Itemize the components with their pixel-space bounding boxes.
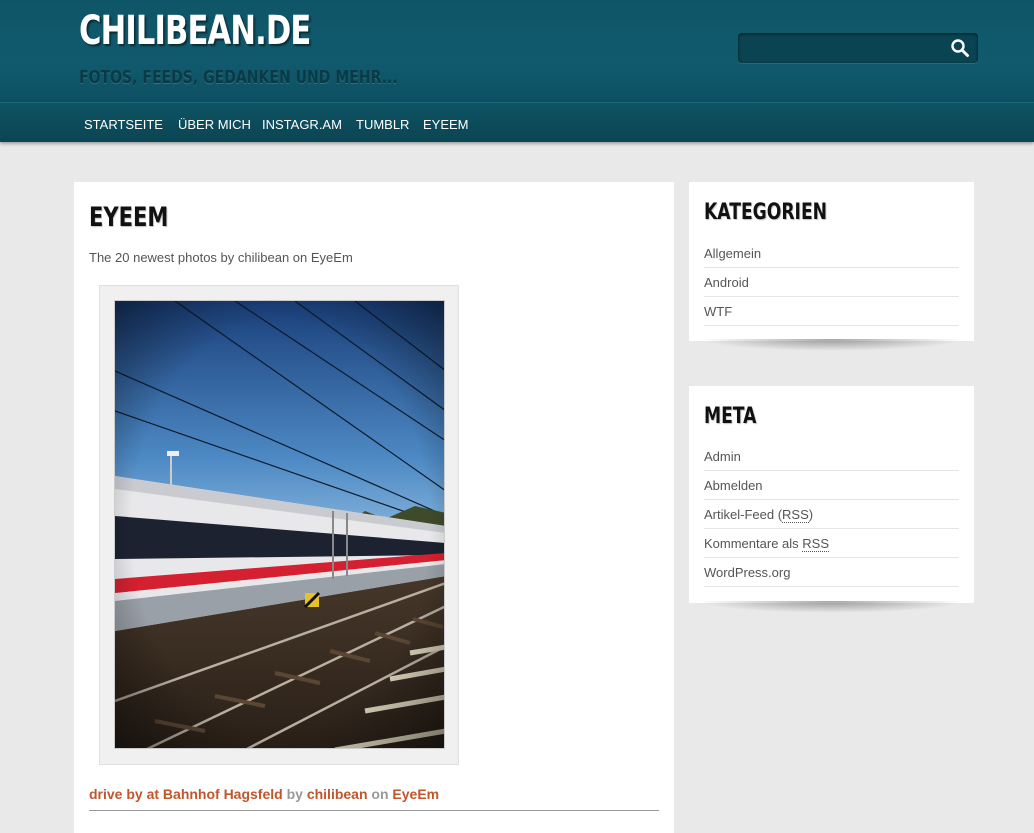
meta-list: Admin Abmelden Artikel-Feed (RSS) Kommen… <box>704 442 959 587</box>
content-divider <box>89 810 659 811</box>
search-box <box>738 33 978 63</box>
widget-shadow <box>699 339 964 351</box>
kommentare-feed-prefix: Kommentare als <box>704 536 803 551</box>
site-title[interactable]: CHILIBEAN.DE <box>79 8 311 54</box>
nav-item-eyeem[interactable]: EYEEM <box>423 117 469 132</box>
nav-item-instagram[interactable]: INSTAGR.AM <box>262 117 342 132</box>
category-item-allgemein[interactable]: Allgemein <box>704 239 959 268</box>
train-photo[interactable] <box>114 300 445 749</box>
category-item-android[interactable]: Android <box>704 268 959 297</box>
artikel-feed-suffix: ) <box>808 507 814 522</box>
search-icon[interactable] <box>950 38 970 58</box>
main-content: EYEEM The 20 newest photos by chilibean … <box>74 182 674 833</box>
artikel-feed-prefix: Artikel-Feed ( <box>704 507 783 522</box>
nav-item-ueber-mich[interactable]: ÜBER MICH <box>178 117 251 132</box>
meta-item-abmelden[interactable]: Abmelden <box>704 471 959 500</box>
artikel-feed-rss: RSS <box>782 507 809 523</box>
caption-on-text: on <box>371 786 389 802</box>
photo-title-link[interactable]: drive by at Bahnhof Hagsfeld <box>89 786 283 802</box>
meta-item-artikel-feed[interactable]: Artikel-Feed (RSS) <box>704 500 959 529</box>
categories-widget: KATEGORIEN Allgemein Android WTF <box>689 182 974 351</box>
site-header: CHILIBEAN.DE FOTOS, FEEDS, GEDANKEN UND … <box>0 0 1034 102</box>
photo-caption: drive by at Bahnhof Hagsfeld by chilibea… <box>89 786 439 802</box>
caption-by-text: by <box>286 786 303 802</box>
meta-item-kommentare-feed[interactable]: Kommentare als RSS <box>704 529 959 558</box>
meta-item-admin[interactable]: Admin <box>704 442 959 471</box>
photo-platform-link[interactable]: EyeEm <box>392 786 439 802</box>
meta-title: META <box>704 404 757 429</box>
train-photo-image <box>115 301 444 748</box>
photo-frame <box>99 285 459 765</box>
page-title: EYEEM <box>89 202 169 233</box>
search-input[interactable] <box>744 37 944 59</box>
meta-item-wordpress[interactable]: WordPress.org <box>704 558 959 587</box>
site-tagline: FOTOS, FEEDS, GEDANKEN UND MEHR... <box>79 67 398 88</box>
nav-item-startseite[interactable]: STARTSEITE <box>84 117 163 132</box>
nav-item-tumblr[interactable]: TUMBLR <box>356 117 409 132</box>
main-nav: STARTSEITE ÜBER MICH INSTAGR.AM TUMBLR E… <box>0 102 1034 142</box>
meta-widget: META Admin Abmelden Artikel-Feed (RSS) K… <box>689 386 974 613</box>
photo-author-link[interactable]: chilibean <box>307 786 368 802</box>
page-intro: The 20 newest photos by chilibean on Eye… <box>89 250 353 265</box>
categories-list: Allgemein Android WTF <box>704 239 959 326</box>
kommentare-feed-rss: RSS <box>802 536 829 552</box>
category-item-wtf[interactable]: WTF <box>704 297 959 326</box>
categories-title: KATEGORIEN <box>704 200 828 225</box>
widget-shadow <box>699 601 964 613</box>
